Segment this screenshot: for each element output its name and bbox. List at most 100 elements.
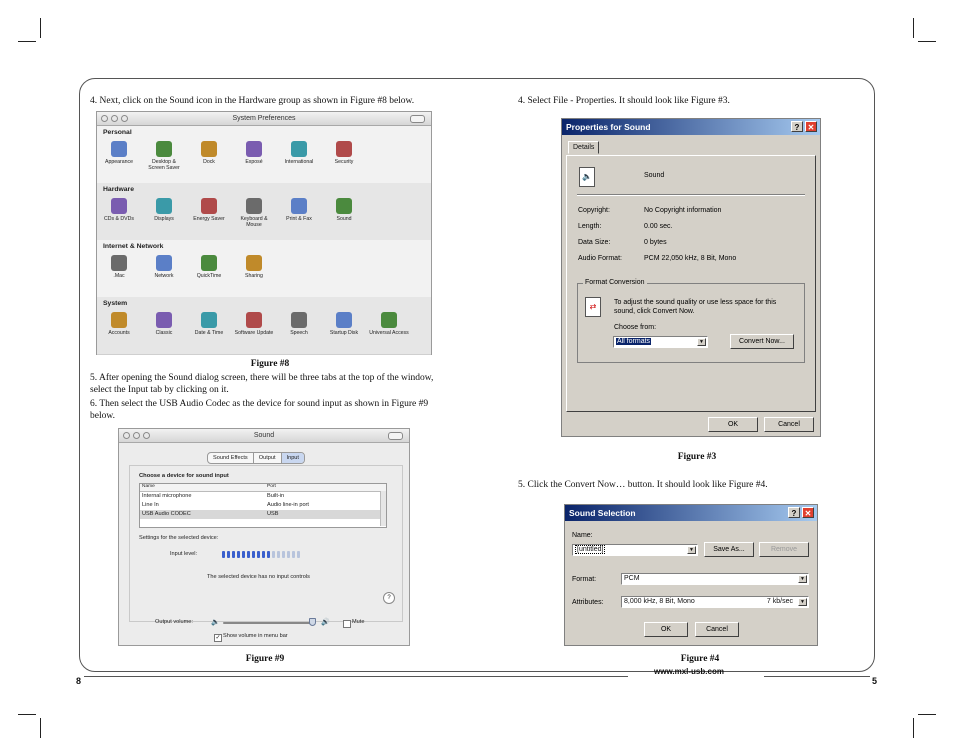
toolbar-toggle-icon[interactable] <box>388 432 403 440</box>
ok-button[interactable]: OK <box>644 622 688 637</box>
help-icon[interactable]: ? <box>788 507 800 518</box>
prefs-pane-label: Energy Saver <box>193 216 225 222</box>
save-as-button[interactable]: Save As... <box>704 542 754 557</box>
device-name: Internal microphone <box>142 493 192 499</box>
level-segment <box>287 551 290 558</box>
volume-slider-thumb[interactable] <box>309 618 316 626</box>
prefs-pane-icon <box>381 312 397 328</box>
output-volume-slider[interactable] <box>223 622 315 624</box>
chevron-down-icon[interactable]: ▼ <box>798 598 807 606</box>
system-preferences-window: System Preferences Personal Appearance Des… <box>96 111 432 355</box>
audio-format-label: Audio Format: <box>578 255 622 262</box>
format-dropdown[interactable]: PCM ▼ <box>621 573 809 585</box>
crop-mark <box>40 18 41 38</box>
zoom-icon[interactable] <box>121 115 128 122</box>
prefs-pane-item[interactable]: Keyboard & Mouse <box>234 198 274 228</box>
remove-button[interactable]: Remove <box>759 542 809 557</box>
prefs-pane-label: Network <box>154 273 174 279</box>
prefs-section-heading: System <box>103 300 128 307</box>
prefs-pane-item[interactable]: Sound <box>324 198 364 222</box>
device-name: Line In <box>142 502 159 508</box>
close-icon[interactable]: ✕ <box>805 121 817 132</box>
prefs-pane-item[interactable]: Software Update <box>234 312 274 336</box>
prefs-pane-label: Security <box>334 159 354 165</box>
prefs-section: Hardware CDs & DVDs Displays Energy Saver Ke… <box>97 183 431 241</box>
zoom-icon[interactable] <box>143 432 150 439</box>
prefs-pane-item[interactable]: Energy Saver <box>189 198 229 222</box>
prefs-pane-item[interactable]: Dock <box>189 141 229 165</box>
prefs-pane-item[interactable]: Desktop & Screen Saver <box>144 141 184 171</box>
mute-checkbox[interactable] <box>343 620 351 628</box>
table-row[interactable]: Line In Audio line-in port <box>140 501 386 510</box>
help-icon[interactable]: ? <box>791 121 803 132</box>
prefs-pane-item[interactable]: Security <box>324 141 364 165</box>
prefs-pane-icon <box>156 141 172 157</box>
prefs-pane-item[interactable]: International <box>279 141 319 165</box>
format-conversion-group <box>577 283 805 363</box>
prefs-pane-item[interactable]: Exposé <box>234 141 274 165</box>
minimize-icon[interactable] <box>111 115 118 122</box>
prefs-pane-item[interactable]: Speech <box>279 312 319 336</box>
minimize-icon[interactable] <box>133 432 140 439</box>
choose-from-value: All formats <box>616 338 652 345</box>
prefs-pane-item[interactable]: Sharing <box>234 255 274 279</box>
chevron-down-icon[interactable]: ▼ <box>798 575 807 583</box>
sound-selection-title: Sound Selection <box>569 508 636 518</box>
details-tab[interactable]: Details <box>568 141 600 154</box>
close-icon[interactable] <box>123 432 130 439</box>
prefs-pane-item[interactable]: .Mac <box>99 255 139 279</box>
attributes-dropdown[interactable]: 8,000 kHz, 8 Bit, Mono 7 kb/sec ▼ <box>621 596 809 608</box>
table-scrollbar[interactable] <box>380 491 386 526</box>
toolbar-toggle-icon[interactable] <box>410 115 425 123</box>
prefs-pane-item[interactable]: CDs & DVDs <box>99 198 139 222</box>
help-button[interactable]: ? <box>383 592 395 604</box>
prefs-pane-item[interactable]: QuickTime <box>189 255 229 279</box>
prefs-section-heading: Hardware <box>103 186 134 193</box>
copyright-label: Copyright: <box>578 207 610 214</box>
column-header-name[interactable]: Name <box>142 484 155 489</box>
show-volume-checkbox[interactable]: ✓ <box>214 634 222 642</box>
chevron-down-icon[interactable]: ▼ <box>687 546 696 554</box>
prefs-pane-item[interactable]: Displays <box>144 198 184 222</box>
name-dropdown[interactable]: [untitled] ▼ <box>572 544 698 556</box>
prefs-pane-label: International <box>284 159 314 165</box>
prefs-pane-item[interactable]: Accounts <box>99 312 139 336</box>
crop-mark <box>913 18 914 38</box>
prefs-pane-label: Startup Disk <box>329 330 359 336</box>
tab-input[interactable]: Input <box>281 453 304 463</box>
device-table-header: Name Port <box>140 484 386 492</box>
column-header-port[interactable]: Port <box>267 484 276 489</box>
cancel-button[interactable]: Cancel <box>695 622 739 637</box>
prefs-pane-icon <box>291 141 307 157</box>
prefs-pane-item[interactable]: Print & Fax <box>279 198 319 222</box>
prefs-pane-icon <box>156 198 172 214</box>
prefs-pane-item[interactable]: Date & Time <box>189 312 229 336</box>
input-level-meter <box>222 551 300 558</box>
right-step4-text: 4. Select File - Properties. It should l… <box>518 96 730 106</box>
length-label: Length: <box>578 223 602 230</box>
prefs-pane-item[interactable]: Universal Access <box>369 312 409 336</box>
sound-selection-dialog: Sound Selection ? ✕ Name: [untitled] ▼ S… <box>564 504 818 646</box>
prefs-pane-item[interactable]: Classic <box>144 312 184 336</box>
tab-output[interactable]: Output <box>254 453 282 463</box>
prefs-pane-icon <box>336 141 352 157</box>
name-label: Name: <box>572 532 593 539</box>
ok-button[interactable]: OK <box>708 417 758 432</box>
prefs-pane-label: Displays <box>154 216 174 222</box>
prefs-pane-label: .Mac <box>113 273 125 279</box>
prefs-pane-item[interactable]: Appearance <box>99 141 139 165</box>
prefs-pane-item[interactable]: Startup Disk <box>324 312 364 336</box>
convert-now-button[interactable]: Convert Now... <box>730 334 794 349</box>
close-icon[interactable] <box>101 115 108 122</box>
prefs-pane-item[interactable]: Network <box>144 255 184 279</box>
table-row-selected[interactable]: USB Audio CODEC USB <box>140 510 386 519</box>
table-row[interactable]: Internal microphone Built-in <box>140 492 386 501</box>
prefs-pane-icon <box>111 141 127 157</box>
prefs-pane-icon <box>336 198 352 214</box>
chevron-down-icon[interactable]: ▼ <box>697 338 706 346</box>
cancel-button[interactable]: Cancel <box>764 417 814 432</box>
choose-from-dropdown[interactable]: All formats ▼ <box>613 336 708 348</box>
close-icon[interactable]: ✕ <box>802 507 814 518</box>
tab-sound-effects[interactable]: Sound Effects <box>208 453 254 463</box>
figure9-caption: Figure #9 <box>245 654 285 664</box>
